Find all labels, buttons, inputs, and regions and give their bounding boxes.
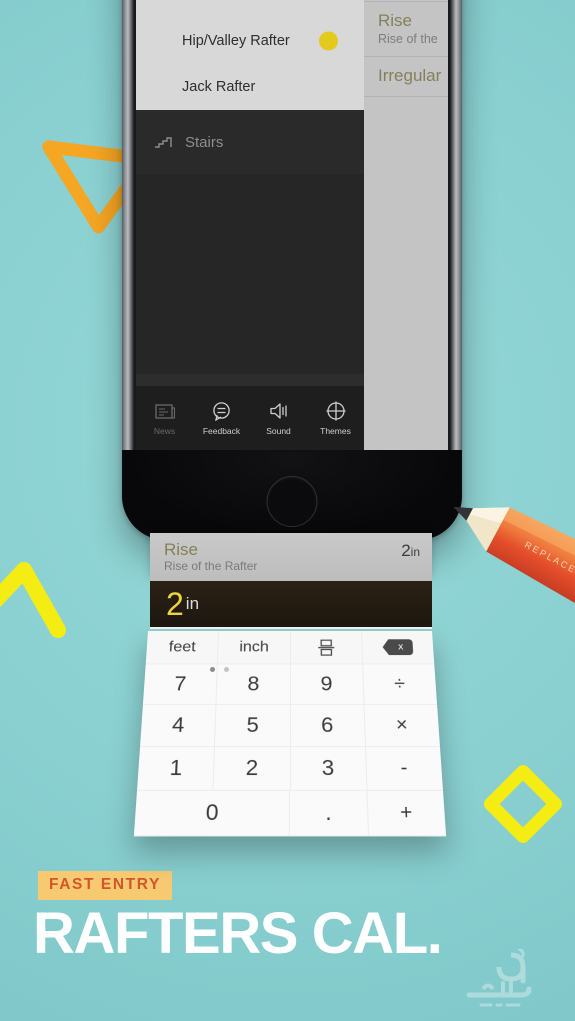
page-title: RAFTERS CAL. bbox=[33, 901, 443, 966]
iphone-device: Rafters Common Rafter Hip/Valley Rafter … bbox=[122, 0, 462, 540]
fraction-icon bbox=[317, 637, 335, 657]
page-indicator-dots[interactable] bbox=[148, 667, 290, 672]
key-9[interactable]: 9 bbox=[290, 664, 365, 706]
key-3[interactable]: 3 bbox=[290, 747, 368, 791]
toolbar-item-label: News bbox=[153, 426, 176, 436]
sidebar-item-common-rafter[interactable]: Common Rafter bbox=[136, 0, 364, 18]
key-plus[interactable]: + bbox=[367, 790, 447, 837]
rafters-calculator-app: Rafters Common Rafter Hip/Valley Rafter … bbox=[136, 0, 448, 450]
sibapp-watermark bbox=[466, 949, 532, 1007]
keypad-row-2: 4 5 6 × bbox=[139, 705, 441, 748]
menu-group-label: Stairs bbox=[185, 133, 224, 151]
bottom-toolbar: News Feedback Sound Themes bbox=[136, 386, 364, 450]
display-unit: in bbox=[185, 594, 200, 613]
key-6[interactable]: 6 bbox=[290, 705, 366, 748]
calculator-display[interactable]: 2 in bbox=[150, 581, 432, 629]
diamond-outline-icon bbox=[483, 764, 563, 844]
chevron-outline-icon bbox=[0, 562, 66, 638]
calc-subtitle: Rise of the Rafter bbox=[164, 558, 258, 573]
unit-button-row: feet inch x bbox=[145, 631, 435, 665]
rafters-submenu: Common Rafter Hip/Valley Rafter Jack Raf… bbox=[136, 0, 364, 110]
speaker-icon bbox=[268, 400, 290, 422]
key-2[interactable]: 2 bbox=[213, 747, 291, 791]
detail-pane: Pitch Run Run of the Rise Rise of the Ir… bbox=[364, 0, 448, 450]
toolbar-item-label: Feedback bbox=[202, 426, 241, 436]
page-dot-inactive bbox=[223, 667, 229, 672]
key-minus[interactable]: - bbox=[365, 747, 444, 791]
display-number: 2 bbox=[166, 586, 184, 622]
unit-inch-button[interactable]: inch bbox=[218, 631, 291, 665]
menu-empty-area bbox=[136, 174, 364, 374]
crosshair-circle-icon bbox=[326, 400, 346, 422]
calc-title: Rise bbox=[164, 540, 199, 559]
menu-pane: Rafters Common Rafter Hip/Valley Rafter … bbox=[136, 0, 364, 450]
sidebar-item-hip-valley-rafter[interactable]: Hip/Valley Rafter bbox=[136, 18, 364, 64]
phone-chin bbox=[122, 450, 462, 540]
calc-header-unit: in bbox=[410, 545, 420, 559]
key-decimal[interactable]: . bbox=[290, 790, 369, 837]
toolbar-item-themes[interactable]: Themes bbox=[307, 400, 364, 436]
key-1[interactable]: 1 bbox=[136, 747, 216, 791]
speech-bubble-icon bbox=[211, 400, 232, 422]
sidebar-item-jack-rafter[interactable]: Jack Rafter bbox=[136, 64, 364, 110]
page-dot-active bbox=[209, 667, 215, 672]
detail-row-subtitle: Rise of the bbox=[378, 31, 438, 46]
stairs-icon bbox=[155, 137, 172, 148]
toolbar-item-sound[interactable]: Sound bbox=[250, 400, 307, 436]
selected-indicator-dot bbox=[319, 31, 338, 51]
detail-row-title: Rise bbox=[378, 11, 413, 31]
backspace-button[interactable]: x bbox=[361, 631, 435, 665]
detail-row-title: Irregular bbox=[378, 66, 442, 86]
calculator-card: Rise Rise of the Rafter 2in 2 in bbox=[150, 533, 432, 629]
key-5[interactable]: 5 bbox=[215, 705, 291, 748]
key-4[interactable]: 4 bbox=[139, 705, 217, 748]
toolbar-item-feedback[interactable]: Feedback bbox=[193, 400, 250, 436]
keypad: feet inch x 7 8 9 ÷ 4 5 6 × 1 2 3 - 0 . … bbox=[133, 631, 447, 837]
keypad-row-3: 1 2 3 - bbox=[136, 747, 444, 791]
status-badge: FAST ENTRY bbox=[38, 871, 172, 900]
keypad-row-4: 0 . + bbox=[133, 790, 447, 837]
calc-header-value: 2in bbox=[401, 541, 420, 561]
detail-row-irregular[interactable]: Irregular bbox=[364, 57, 448, 97]
toolbar-item-label: Themes bbox=[320, 426, 351, 436]
keypad-wrapper: feet inch x 7 8 9 ÷ 4 5 6 × 1 2 3 - 0 . … bbox=[133, 631, 447, 837]
detail-row-rise[interactable]: Rise Rise of the bbox=[364, 2, 448, 58]
menu-group-stairs[interactable]: Stairs bbox=[136, 110, 364, 174]
key-0[interactable]: 0 bbox=[133, 790, 290, 837]
home-button[interactable] bbox=[266, 476, 318, 527]
toolbar-item-news[interactable]: News bbox=[136, 400, 193, 436]
calc-header-number: 2 bbox=[401, 541, 411, 560]
toolbar-item-label: Sound bbox=[266, 426, 291, 436]
news-icon bbox=[154, 400, 175, 422]
fraction-button[interactable] bbox=[290, 631, 363, 665]
backspace-icon: x bbox=[382, 639, 413, 655]
key-multiply[interactable]: × bbox=[364, 705, 441, 748]
sub-item-label: Hip/Valley Rafter bbox=[182, 33, 290, 49]
key-divide[interactable]: ÷ bbox=[362, 664, 438, 706]
sub-item-label: Common Rafter bbox=[182, 0, 284, 3]
unit-feet-button[interactable]: feet bbox=[145, 631, 220, 665]
calculator-header: Rise Rise of the Rafter 2in bbox=[150, 533, 432, 581]
sub-item-label: Jack Rafter bbox=[182, 79, 256, 95]
phone-screen: Rafters Common Rafter Hip/Valley Rafter … bbox=[136, 0, 448, 450]
